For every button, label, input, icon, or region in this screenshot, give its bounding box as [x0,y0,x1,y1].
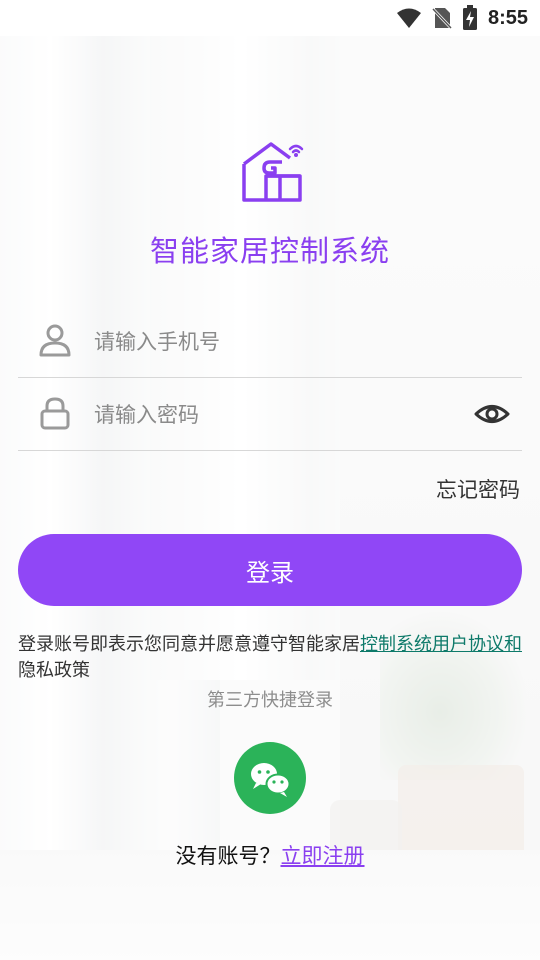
register-link[interactable]: 立即注册 [281,844,365,868]
password-field-row [18,378,522,451]
phone-field-row [18,305,522,378]
show-password-eye-icon[interactable] [474,396,510,432]
app-title: 智能家居控制系统 [149,234,390,268]
no-account-text: 没有账号？ [175,844,281,868]
smart-home-logo-icon [242,142,304,202]
wechat-login-button[interactable] [234,742,306,814]
login-button[interactable]: 登录 [18,534,522,606]
wechat-icon [251,763,291,797]
third-party-login-label: 第三方快捷登录 [207,690,333,711]
register-row: 没有账号？立即注册 [0,840,540,870]
agreement-suffix: 隐私政策 [18,660,90,681]
forgot-password-link[interactable]: 忘记密码 [436,474,520,504]
phone-input[interactable] [92,321,456,363]
user-agreement-link[interactable]: 控制系统用户协议和 [360,634,522,655]
password-input[interactable] [92,394,456,436]
agreement-text: 登录账号即表示您同意并愿意遵守智能家居控制系统用户协议和隐私政策 [18,632,528,684]
lock-icon [40,397,70,430]
agreement-prefix: 登录账号即表示您同意并愿意遵守智能家居 [18,634,360,655]
user-icon [39,324,71,357]
